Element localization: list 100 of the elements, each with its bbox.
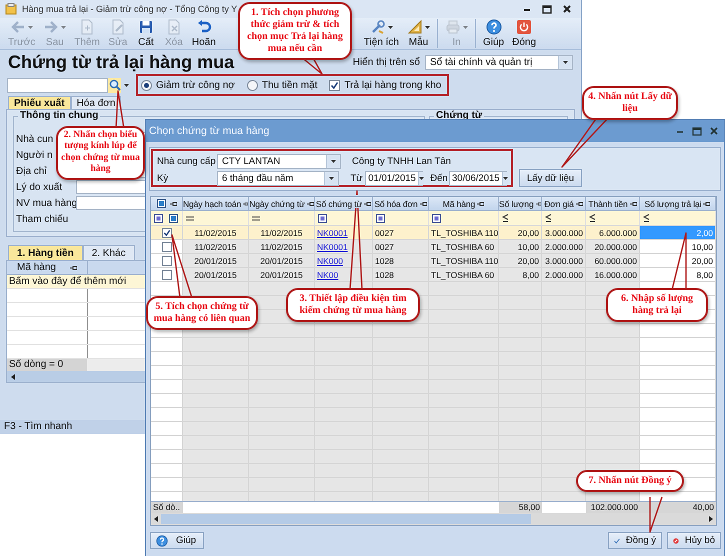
fetch-button[interactable]: Lấy dữ liệu [519,169,582,187]
checkbox[interactable] [162,256,172,266]
filter-icon[interactable] [376,214,385,222]
field-label: Nhà cun [16,134,54,144]
radio-button[interactable] [141,80,152,90]
total-cell: 58,00 [499,502,542,513]
caret-icon [563,60,568,64]
pin-icon[interactable] [576,200,583,206]
caret-icon [61,26,66,28]
column-header[interactable]: Ngày hạch toán [183,197,249,210]
table-cell: 11/02/2015 [183,240,249,253]
callout: 3. Thiết lập điều kiện tìm kiếm chứng từ mua hàng [286,288,420,322]
column-header[interactable]: Số lượng [499,197,542,210]
less-or-equal-icon[interactable] [502,214,509,222]
row-count: Số dò.. [151,502,183,513]
supplier-select[interactable]: CTY LANTAN [217,154,341,169]
table-cell: 16.000.000 [586,268,640,281]
less-or-equal-icon[interactable] [545,214,552,222]
table-row[interactable]: 20/01/2015 20/01/2015 NK00 1028 TL_TOSHIBA 60 8,00 2.000.000 16.000.000 8,00 [151,268,716,282]
forward-arrow-icon [43,19,60,35]
date-picker[interactable]: 01/01/2015 [365,171,424,186]
checkbox[interactable] [329,80,340,90]
voucher-link[interactable]: NK0001 [315,240,373,253]
equals-icon[interactable] [186,216,194,220]
column-header[interactable]: Mã hàng [429,197,499,210]
table-cell: 2.000.000 [542,240,586,253]
scrollbar[interactable] [7,371,145,382]
toolbar-button[interactable]: Giúp [479,19,508,48]
toolbar-button[interactable]: Hoãn [188,19,220,48]
table-cell: 0027 [373,226,429,239]
pin-icon[interactable] [70,264,77,270]
column-header[interactable]: Ngày chứng từ [249,197,315,210]
table-row[interactable]: 20/01/2015 20/01/2015 NK000 1028 TL_TOSHIBA 110 20,00 3.000.000 60.000.000 20,00 [151,254,716,268]
table-cell: 20/01/2015 [249,254,315,267]
less-or-equal-icon[interactable] [643,214,650,222]
help-button[interactable]: Giúp [150,532,204,549]
filter-icon[interactable] [154,214,163,222]
column-header[interactable]: Số hóa đơn [373,197,429,210]
callout: 4. Nhấn nút Lấy dữ liệu [582,86,678,120]
toolbar-button[interactable]: Đóng [508,19,540,48]
search-button[interactable] [108,78,121,92]
close-icon[interactable] [563,5,571,13]
table-cell: 3.000.000 [542,226,586,239]
table-cell: 0027 [373,240,429,253]
pin-icon[interactable] [420,200,427,206]
checkbox[interactable] [162,228,172,238]
pin-icon[interactable] [630,200,637,206]
pin-icon[interactable] [703,200,710,206]
document-icon [79,19,96,35]
column-header[interactable]: Đơn giá [542,197,586,210]
power-icon [516,19,532,35]
pin-icon[interactable] [306,200,314,206]
voucher-link[interactable]: NK0001 [315,226,373,239]
tab[interactable]: 1. Hàng tiền [8,245,83,260]
equals-icon[interactable] [252,216,260,220]
cancel-button[interactable]: Hủy bỏ [667,532,721,549]
table-row[interactable]: 11/02/2015 11/02/2015 NK0001 0027 TL_TOSHIBA 60 10,00 2.000.000 20.000.000 10,00 [151,240,716,254]
callout: 2. Nhấn chọn biểu tượng kính lúp để chọn chứng từ mua hàng [56,126,145,180]
search-icon [108,79,120,91]
checkbox[interactable] [162,270,172,280]
toolbar-button[interactable]: Tiện ích [360,19,403,48]
column-header[interactable]: Số lượng trả lại [640,197,716,210]
app-icon [5,3,17,15]
tab[interactable]: Hóa đơn [70,96,122,109]
table-cell: 10,00 [499,240,542,253]
toolbar-button[interactable]: Mẫu [403,19,438,48]
search-field[interactable] [7,78,108,92]
field-label: Người n [16,150,53,160]
field-label: Đến [430,173,449,184]
tab[interactable]: Phiếu xuất [8,96,71,109]
pin-icon[interactable] [364,200,372,206]
column-header[interactable]: Thành tiền [586,197,640,210]
filter-icon[interactable] [432,214,441,222]
pin-icon[interactable] [170,200,176,206]
date-picker[interactable]: 30/06/2015 [449,171,507,186]
filter-icon[interactable] [318,214,327,222]
scroll-left-icon[interactable] [154,516,158,522]
pin-icon[interactable] [536,200,541,206]
scroll-right-icon[interactable] [709,516,713,522]
new-row[interactable]: Bấm vào đây để thêm mới [7,275,145,289]
pin-icon[interactable] [243,200,248,206]
column-header[interactable]: Số chứng từ [315,197,373,210]
tab[interactable]: 2. Khác [82,245,135,260]
table-row[interactable]: 11/02/2015 11/02/2015 NK0001 0027 TL_TOSHIBA 110 20,00 3.000.000 6.000.000 2,00 [151,226,716,240]
table-cell: 2.000.000 [542,268,586,281]
scroll-left-icon[interactable] [11,374,15,380]
ledger-select[interactable]: Sổ tài chính và quản trị [425,54,573,70]
checkbox[interactable] [162,242,172,252]
less-or-equal-icon[interactable] [589,214,596,222]
radio-button[interactable] [246,80,258,90]
row-count: Số dòng = 0 [7,359,87,371]
voucher-link[interactable]: NK000 [315,254,373,267]
period-select[interactable]: 6 tháng đầu năm [217,171,340,186]
voucher-link[interactable]: NK00 [315,268,373,281]
scrollbar[interactable] [151,513,716,525]
ok-button[interactable]: Đồng ý [608,532,662,549]
maximize-icon[interactable] [542,4,552,14]
pin-icon[interactable] [477,200,484,206]
toolbar-button[interactable]: Cất [132,19,160,48]
caret-icon [124,84,129,86]
